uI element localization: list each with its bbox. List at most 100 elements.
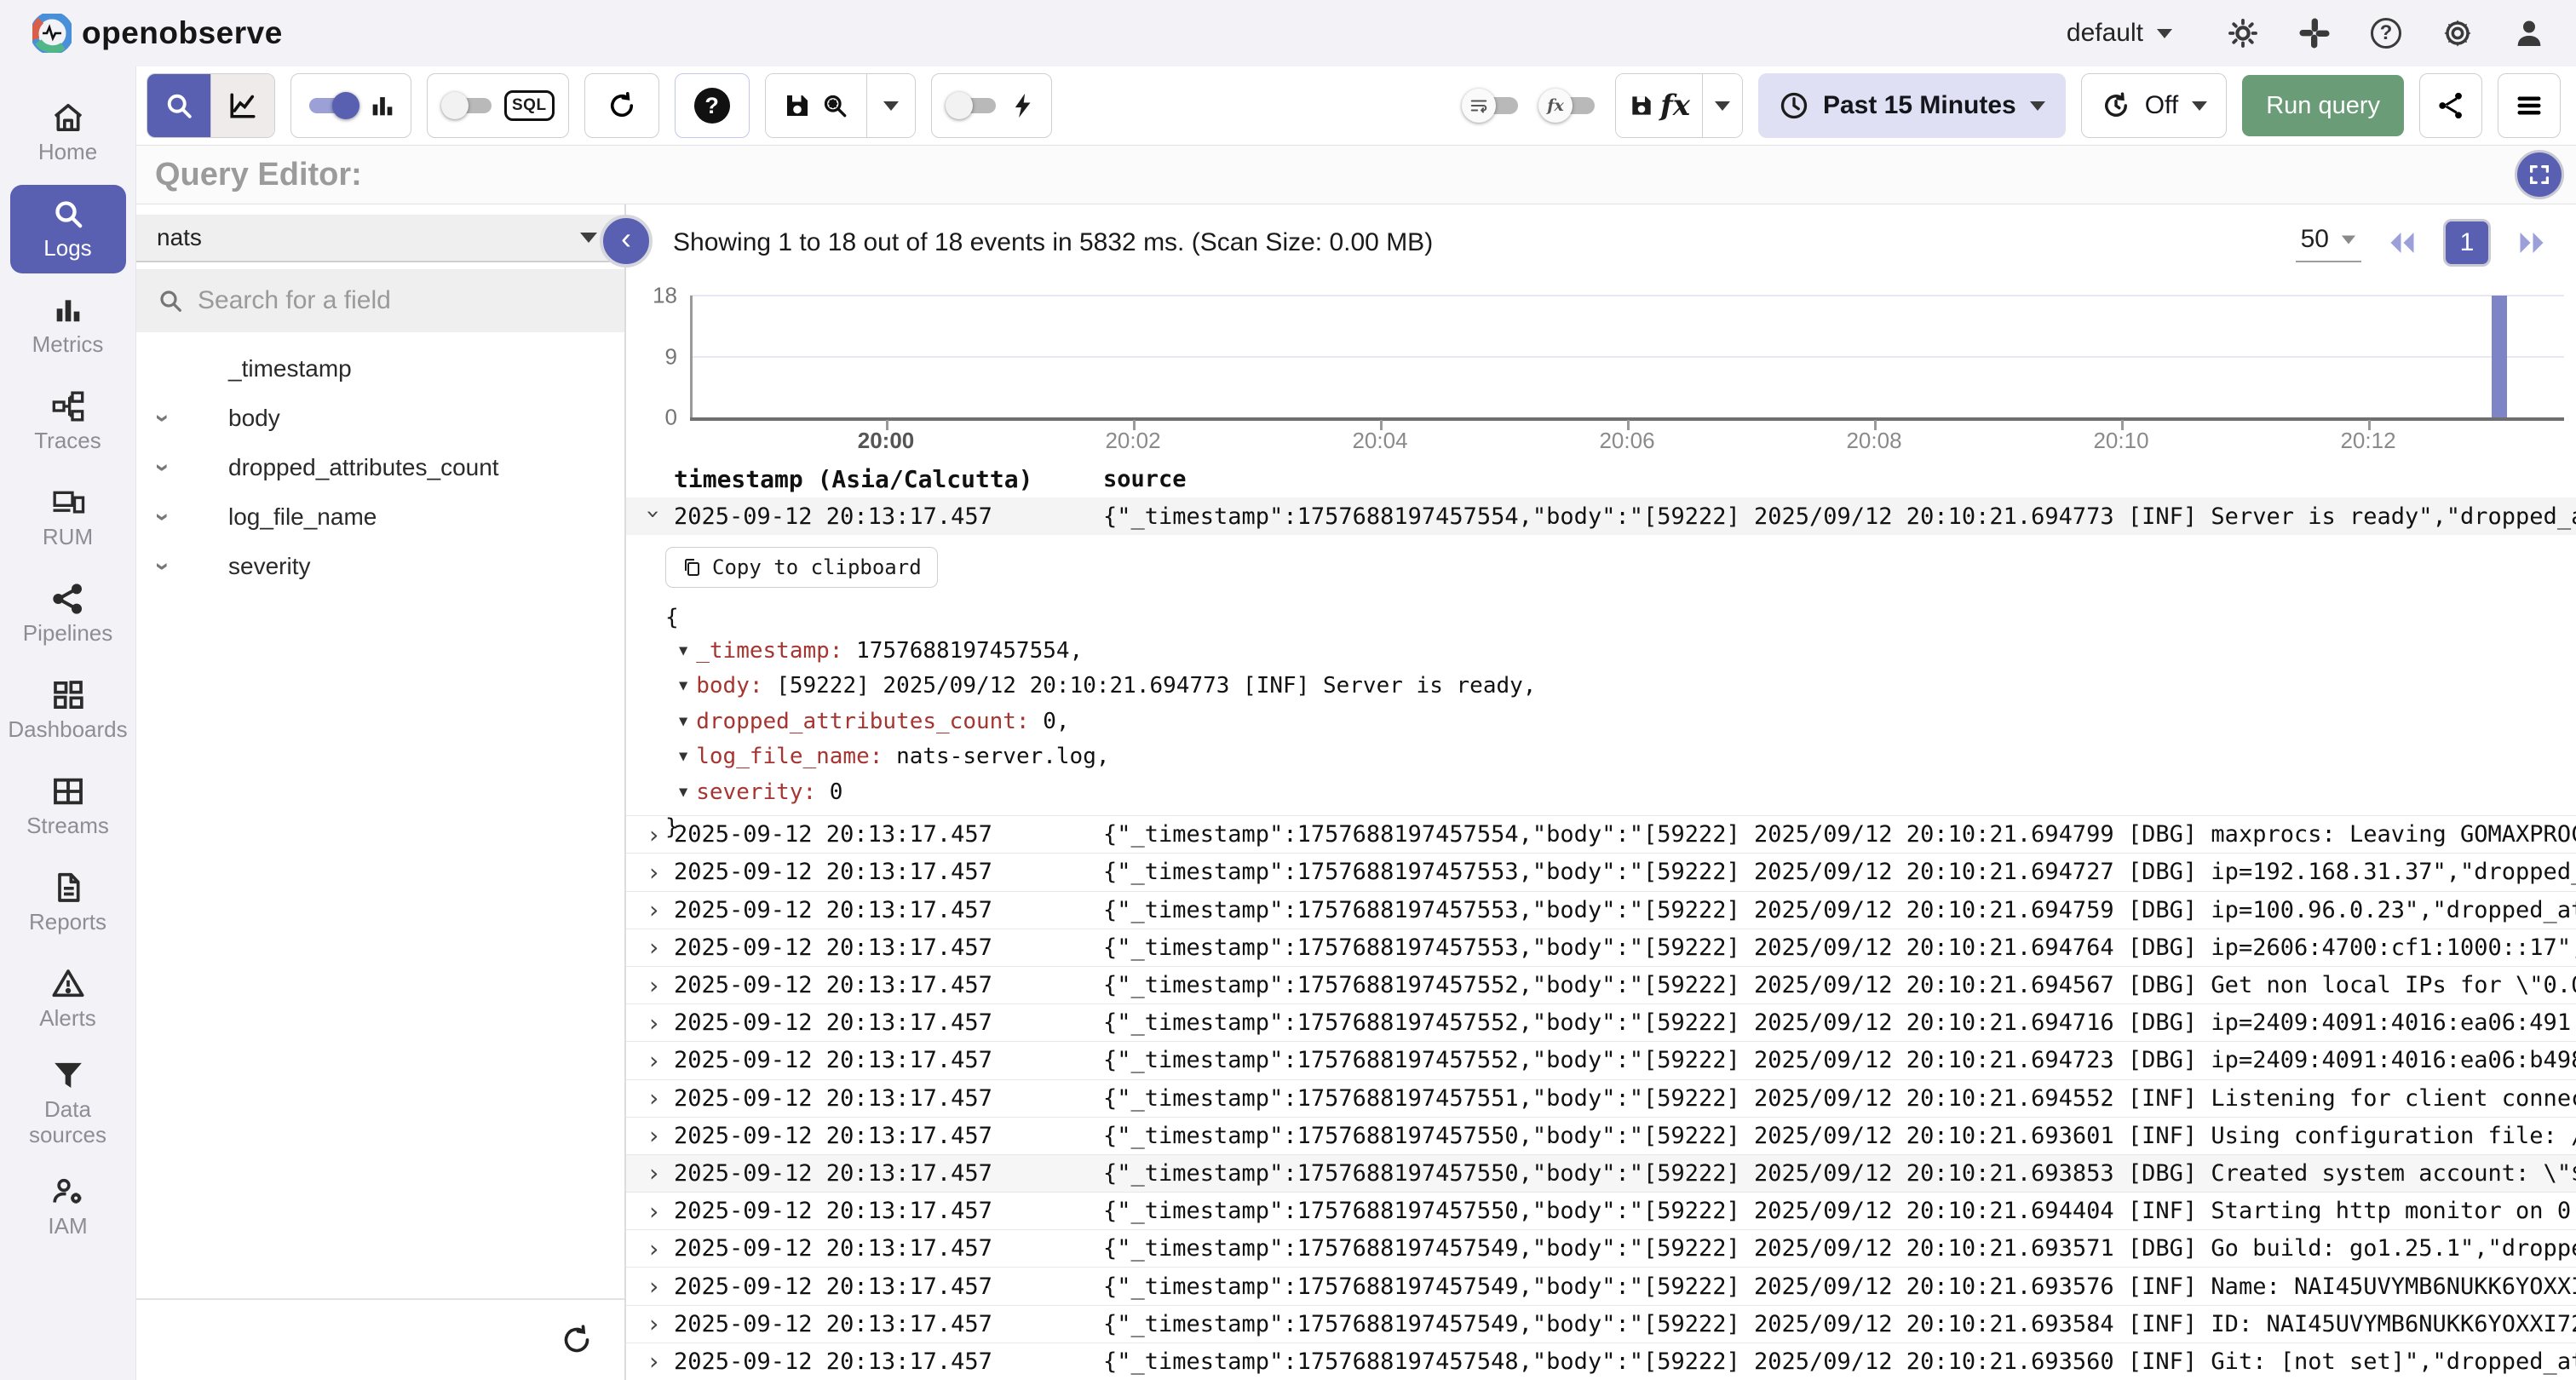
save-function-button[interactable]: fx [1616, 74, 1702, 137]
transform-toggle[interactable]: fx [1538, 89, 1600, 123]
chevron-right-icon[interactable]: › [647, 1348, 661, 1376]
search-mode-button[interactable] [147, 74, 210, 137]
collapse-triangle-icon[interactable]: ▼ [679, 670, 687, 703]
visualize-mode-button[interactable] [210, 74, 274, 137]
field-search-input[interactable] [198, 286, 604, 315]
account-icon[interactable] [2511, 15, 2547, 51]
field-item-severity[interactable]: › severity [136, 542, 624, 591]
histogram-toggle[interactable] [305, 91, 359, 120]
copy-to-clipboard-button[interactable]: Copy to clipboard [665, 547, 938, 588]
chevron-right-icon[interactable]: › [647, 1046, 661, 1074]
chevron-right-icon[interactable]: › [647, 1122, 661, 1150]
sidebar-item-dashboards[interactable]: Dashboards [10, 666, 126, 755]
sidebar-item-label: Logs [43, 236, 91, 262]
settings-gear-icon[interactable] [2440, 15, 2475, 51]
chevron-down-icon[interactable]: › [148, 562, 177, 571]
stream-select[interactable]: nats [136, 215, 624, 262]
row-timestamp: 2025-09-12 20:13:17.457 [674, 934, 992, 961]
chevron-right-icon[interactable]: › [647, 896, 661, 924]
field-item-dropped_attributes_count[interactable]: ›dropped_attributes_count [136, 443, 624, 492]
expand-query-editor-button[interactable] [2515, 150, 2564, 199]
collapse-triangle-icon[interactable]: ▼ [679, 635, 687, 668]
chevron-right-icon[interactable]: › [647, 1310, 661, 1338]
first-page-button[interactable] [2383, 227, 2421, 258]
chevron-right-icon[interactable]: › [647, 820, 661, 848]
log-row[interactable]: ›2025-09-12 20:13:17.457{"_timestamp":17… [626, 1343, 2576, 1380]
log-row[interactable]: ›2025-09-12 20:13:17.457{"_timestamp":17… [626, 854, 2576, 891]
share-link-button[interactable] [2419, 73, 2482, 138]
table-settings-menu-button[interactable] [2498, 73, 2561, 138]
sidebar-item-metrics[interactable]: Metrics [10, 281, 126, 370]
reset-filters-button[interactable] [584, 73, 659, 138]
slack-icon[interactable] [2297, 15, 2332, 51]
log-row-expanded[interactable]: ›2025-09-12 20:13:17.457 {"_timestamp":1… [626, 497, 2576, 535]
log-row[interactable]: ›2025-09-12 20:13:17.457{"_timestamp":17… [626, 967, 2576, 1004]
sidebar-item-rum[interactable]: RUM [10, 474, 126, 562]
log-row[interactable]: ›2025-09-12 20:13:17.457{"_timestamp":17… [626, 1118, 2576, 1155]
chevron-right-icon[interactable]: › [647, 1084, 661, 1113]
syntax-guide-button[interactable]: ? [675, 73, 750, 138]
chevron-right-icon[interactable]: › [647, 1159, 661, 1187]
sidebar-item-home[interactable]: Home [10, 89, 126, 177]
collapse-fields-panel-button[interactable]: ‹ [600, 215, 653, 267]
time-range-picker[interactable]: Past 15 Minutes [1758, 73, 2066, 138]
sidebar-item-alerts[interactable]: Alerts [10, 955, 126, 1044]
sidebar-item-iam[interactable]: IAM [10, 1163, 126, 1251]
field-item-_timestamp[interactable]: _timestamp [136, 344, 624, 394]
field-item-log_file_name[interactable]: ›log_file_name [136, 492, 624, 542]
last-page-button[interactable] [2513, 227, 2550, 258]
chevron-right-icon[interactable]: › [647, 858, 661, 886]
log-row[interactable]: ›2025-09-12 20:13:17.457{"_timestamp":17… [626, 1004, 2576, 1042]
chevron-right-icon[interactable]: › [647, 1009, 661, 1037]
chevron-down-icon[interactable]: › [148, 414, 177, 423]
refresh-fields-icon[interactable] [560, 1323, 594, 1357]
auto-refresh-picker[interactable]: Off [2081, 73, 2227, 138]
chevron-right-icon[interactable]: › [647, 934, 661, 962]
sql-mode-toggle[interactable] [441, 91, 496, 120]
collapse-triangle-icon[interactable]: ▼ [679, 740, 687, 773]
sidebar-item-traces[interactable]: Traces [10, 377, 126, 466]
page-size-select[interactable]: 50 [2296, 223, 2361, 262]
log-row[interactable]: ›2025-09-12 20:13:17.457{"_timestamp":17… [626, 1306, 2576, 1343]
log-row[interactable]: ›2025-09-12 20:13:17.457{"_timestamp":17… [626, 1080, 2576, 1118]
save-search-button[interactable] [766, 74, 866, 137]
log-row[interactable]: ›2025-09-12 20:13:17.457{"_timestamp":17… [626, 816, 2576, 854]
field-name: severity [228, 553, 310, 580]
run-query-button[interactable]: Run query [2242, 75, 2404, 136]
chevron-down-icon[interactable]: › [148, 513, 177, 521]
saved-function-dropdown[interactable] [1702, 74, 1742, 137]
chevron-right-icon[interactable]: › [647, 1234, 661, 1262]
org-selector[interactable]: default [2067, 19, 2172, 48]
log-row[interactable]: ›2025-09-12 20:13:17.457{"_timestamp":17… [626, 1193, 2576, 1230]
help-icon[interactable]: ? [2368, 15, 2404, 51]
fullscreen-icon [2527, 162, 2552, 187]
theme-light-icon[interactable] [2225, 15, 2261, 51]
chevron-expanded-icon[interactable]: › [640, 507, 668, 521]
sidebar-item-data-sources[interactable]: Data sources [10, 1051, 126, 1155]
saved-views-dropdown-button[interactable] [866, 74, 915, 137]
collapse-triangle-icon[interactable]: ▼ [679, 776, 687, 809]
field-item-body[interactable]: ›body [136, 394, 624, 443]
chevron-right-icon[interactable]: › [647, 1197, 661, 1225]
sidebar-item-logs[interactable]: Logs [10, 185, 126, 273]
top-header: openobserve default ? [0, 0, 2576, 66]
chevron-right-icon[interactable]: › [647, 1273, 661, 1301]
histogram-chart[interactable]: 091820:0020:0220:0420:0620:0820:1020:12 [626, 281, 2576, 460]
wrap-text-icon [1469, 96, 1488, 115]
sidebar-item-pipelines[interactable]: Pipelines [10, 570, 126, 658]
chevron-right-icon[interactable]: › [647, 971, 661, 999]
quick-mode-toggle[interactable] [946, 91, 1000, 120]
chart-bar[interactable] [2492, 296, 2507, 417]
log-row[interactable]: ›2025-09-12 20:13:17.457{"_timestamp":17… [626, 929, 2576, 967]
collapse-triangle-icon[interactable]: ▼ [679, 705, 687, 739]
wrap-lines-toggle[interactable] [1462, 89, 1523, 123]
log-row[interactable]: ›2025-09-12 20:13:17.457{"_timestamp":17… [626, 1042, 2576, 1079]
log-row[interactable]: ›2025-09-12 20:13:17.457{"_timestamp":17… [626, 1230, 2576, 1268]
log-row[interactable]: ›2025-09-12 20:13:17.457{"_timestamp":17… [626, 1268, 2576, 1305]
chevron-down-icon[interactable]: › [148, 463, 177, 472]
log-row[interactable]: ›2025-09-12 20:13:17.457{"_timestamp":17… [626, 892, 2576, 929]
sidebar-item-reports[interactable]: Reports [10, 859, 126, 947]
log-row[interactable]: ›2025-09-12 20:13:17.457{"_timestamp":17… [626, 1155, 2576, 1193]
current-page-button[interactable]: 1 [2443, 219, 2491, 267]
sidebar-item-streams[interactable]: Streams [10, 762, 126, 851]
